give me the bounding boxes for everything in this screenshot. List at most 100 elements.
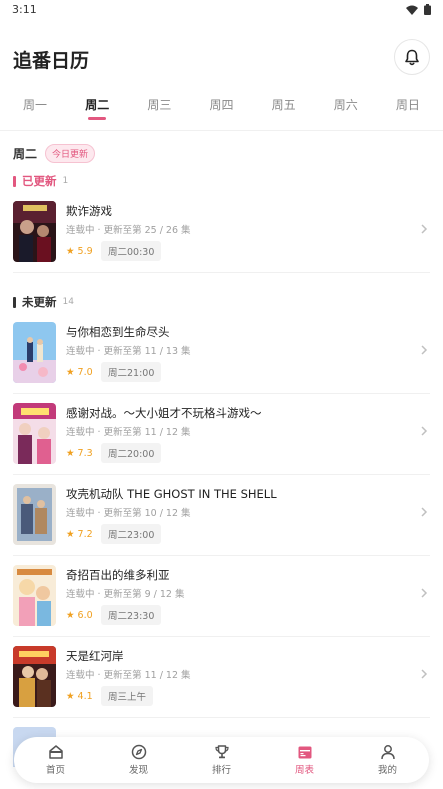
star-icon: ★ <box>66 529 75 540</box>
air-time: 周二23:30 <box>101 605 162 625</box>
status-icons <box>406 4 431 15</box>
notification-button[interactable] <box>394 39 430 75</box>
divider <box>0 130 443 131</box>
rating: ★ 5.9 <box>66 246 93 257</box>
divider <box>13 555 430 556</box>
anime-meta: 连载中 · 更新至第 11 / 13 集 <box>66 346 191 357</box>
star-icon: ★ <box>66 610 75 621</box>
chevron-right-icon <box>421 507 428 517</box>
rating-value: 5.9 <box>77 246 93 257</box>
anime-item[interactable]: 欺诈游戏 连载中 · 更新至第 25 / 26 集 ★ 5.9 周二00:30 <box>13 201 430 282</box>
header: 追番日历 <box>0 36 443 82</box>
updated-section-header: 已更新 1 <box>13 173 68 189</box>
anime-status: 连载中 <box>66 589 95 600</box>
tab-friday[interactable]: 周五 <box>255 88 313 122</box>
chevron-right-icon <box>421 669 428 679</box>
divider <box>13 272 430 273</box>
air-time: 周二23:00 <box>101 524 162 544</box>
rating-value: 7.0 <box>77 367 93 378</box>
rating-value: 7.3 <box>77 448 93 459</box>
tab-saturday[interactable]: 周六 <box>317 88 375 122</box>
tab-home[interactable]: 首页 <box>26 744 86 776</box>
status-bar: 3:11 <box>0 0 443 22</box>
anime-title: 天是红河岸 <box>66 649 124 663</box>
anime-title: 与你相恋到生命尽头 <box>66 325 170 339</box>
section-title: 已更新 <box>22 174 57 188</box>
air-time: 周二00:30 <box>101 241 162 261</box>
anime-status: 连载中 <box>66 670 95 681</box>
anime-item[interactable]: 奇招百出的维多利亚 连载中 · 更新至第 9 / 12 集 ★ 6.0 周二23:… <box>13 565 430 646</box>
divider <box>13 636 430 637</box>
rating: ★ 6.0 <box>66 610 93 621</box>
poster-image <box>13 322 56 383</box>
tab-label: 发现 <box>128 765 148 776</box>
tab-monday[interactable]: 周一 <box>6 88 64 122</box>
poster-image <box>13 565 56 626</box>
anime-item[interactable]: 攻壳机动队 THE GHOST IN THE SHELL 连载中 · 更新至第 … <box>13 484 430 565</box>
section-marker <box>13 175 16 187</box>
tab-label: 排行 <box>211 765 231 776</box>
anime-meta: 连载中 · 更新至第 25 / 26 集 <box>66 225 191 236</box>
star-icon: ★ <box>66 691 75 702</box>
star-icon: ★ <box>66 448 75 459</box>
chevron-right-icon <box>421 426 428 436</box>
pending-section-header: 未更新 14 <box>13 294 74 310</box>
anime-item[interactable]: 感谢对战。～大小姐才不玩格斗游戏～ 连载中 · 更新至第 11 / 12 集 ★… <box>13 403 430 484</box>
user-icon <box>380 745 395 760</box>
anime-progress: 更新至第 9 / 12 集 <box>103 589 185 600</box>
tab-label: 周表 <box>294 765 314 776</box>
chevron-right-icon <box>421 588 428 598</box>
anime-meta: 连载中 · 更新至第 11 / 12 集 <box>66 670 191 681</box>
poster-image <box>13 201 56 262</box>
page-title: 追番日历 <box>13 50 90 72</box>
anime-title: 欺诈游戏 <box>66 204 112 218</box>
week-tabs: 周一 周二 周三 周四 周五 周六 周日 <box>0 88 443 122</box>
air-time: 周二21:00 <box>101 362 162 382</box>
anime-meta: 连载中 · 更新至第 10 / 12 集 <box>66 508 191 519</box>
rating: ★ 7.3 <box>66 448 93 459</box>
bell-icon <box>405 49 419 65</box>
status-time: 3:11 <box>12 3 37 16</box>
tab-label: 首页 <box>45 765 65 776</box>
anime-item[interactable]: 天是红河岸 连载中 · 更新至第 11 / 12 集 ★ 4.1 周三上午 <box>13 646 430 727</box>
star-icon: ★ <box>66 246 75 257</box>
tab-profile[interactable]: 我的 <box>358 744 418 776</box>
poster-image <box>13 484 56 545</box>
star-icon: ★ <box>66 367 75 378</box>
section-title: 未更新 <box>22 295 57 309</box>
anime-status: 连载中 <box>66 508 95 519</box>
tab-ranking[interactable]: 排行 <box>192 744 252 776</box>
tab-tuesday[interactable]: 周二 <box>68 88 126 122</box>
anime-progress: 更新至第 25 / 26 集 <box>103 225 191 236</box>
today-badge: 今日更新 <box>45 143 96 163</box>
compass-icon <box>131 744 146 760</box>
trophy-icon <box>214 745 229 759</box>
air-time: 周三上午 <box>101 686 154 706</box>
day-label: 周二 <box>13 146 38 161</box>
anime-status: 连载中 <box>66 346 95 357</box>
home-icon <box>48 745 63 759</box>
poster-image <box>13 646 56 707</box>
divider <box>13 393 430 394</box>
anime-status: 连载中 <box>66 225 95 236</box>
tab-thursday[interactable]: 周四 <box>192 88 250 122</box>
anime-status: 连载中 <box>66 427 95 438</box>
tab-discover[interactable]: 发现 <box>109 744 169 776</box>
chevron-right-icon <box>421 224 428 234</box>
tab-schedule[interactable]: 周表 <box>275 744 335 776</box>
tab-wednesday[interactable]: 周三 <box>130 88 188 122</box>
chevron-right-icon <box>421 345 428 355</box>
anime-title: 攻壳机动队 THE GHOST IN THE SHELL <box>66 487 277 501</box>
anime-title: 感谢对战。～大小姐才不玩格斗游戏～ <box>66 406 262 420</box>
tab-sunday[interactable]: 周日 <box>379 88 437 122</box>
anime-meta: 连载中 · 更新至第 11 / 12 集 <box>66 427 191 438</box>
tab-label: 我的 <box>377 765 397 776</box>
anime-progress: 更新至第 11 / 12 集 <box>103 427 191 438</box>
anime-progress: 更新至第 11 / 13 集 <box>103 346 191 357</box>
bottom-tab-bar: 首页 发现 排行 周表 我的 <box>14 737 429 783</box>
anime-item[interactable]: 与你相恋到生命尽头 连载中 · 更新至第 11 / 13 集 ★ 7.0 周二21… <box>13 322 430 403</box>
rating-value: 6.0 <box>77 610 93 621</box>
calendar-icon <box>298 746 311 759</box>
divider <box>13 474 430 475</box>
rating: ★ 4.1 <box>66 691 93 702</box>
